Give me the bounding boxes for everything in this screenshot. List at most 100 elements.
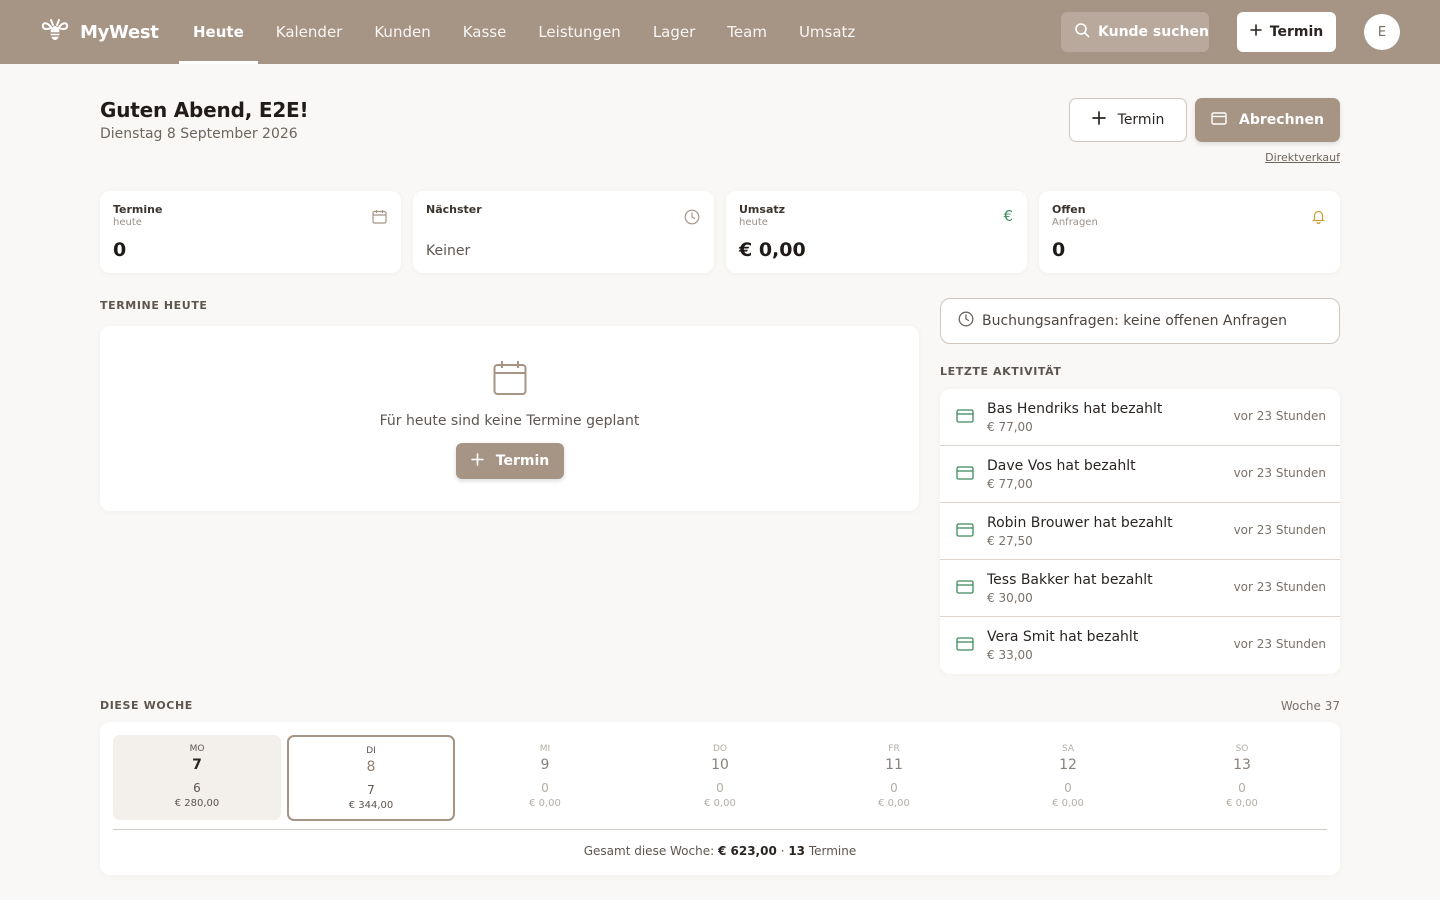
day-count: 0 bbox=[541, 781, 549, 795]
activity-item[interactable]: Bas Hendriks hat bezahlt € 77,00 vor 23 … bbox=[940, 389, 1340, 446]
euro-icon: € bbox=[1003, 207, 1013, 225]
day-count: 0 bbox=[1238, 781, 1246, 795]
activity-title: Robin Brouwer hat bezahlt bbox=[987, 515, 1173, 531]
stat-card-appointments: Termine heute 0 bbox=[100, 191, 401, 273]
day-name: DO bbox=[712, 744, 727, 754]
brand[interactable]: MyWest bbox=[40, 0, 159, 64]
day-date: 11 bbox=[885, 757, 903, 773]
topbar-termin-label: Termin bbox=[1269, 24, 1324, 40]
activity-section-title: LETZTE AKTIVITÄT bbox=[940, 365, 1062, 378]
nav-item-kasse[interactable]: Kasse bbox=[449, 0, 521, 64]
week-day-tue[interactable]: DI 8 7 € 344,00 bbox=[287, 735, 455, 821]
day-revenue: € 0,00 bbox=[704, 798, 736, 809]
nav-item-team[interactable]: Team bbox=[713, 0, 781, 64]
booking-requests-banner[interactable]: Buchungsanfragen: keine offenen Anfragen bbox=[940, 298, 1340, 344]
activity-amount: € 30,00 bbox=[987, 591, 1033, 605]
day-name: MI bbox=[539, 744, 551, 754]
stat-card-open-requests: Offen Anfragen 0 bbox=[1039, 191, 1340, 273]
day-date: 9 bbox=[540, 757, 550, 773]
bell-icon bbox=[1311, 209, 1326, 228]
today-appointments-panel: Für heute sind keine Termine geplant Ter… bbox=[100, 326, 919, 511]
activity-time: vor 23 Stunden bbox=[1233, 466, 1326, 480]
activity-item[interactable]: Vera Smit hat bezahlt € 33,00 vor 23 Stu… bbox=[940, 617, 1340, 674]
credit-card-icon bbox=[956, 522, 974, 541]
credit-card-icon bbox=[956, 465, 974, 484]
nav-item-kunden[interactable]: Kunden bbox=[360, 0, 444, 64]
activity-item[interactable]: Tess Bakker hat bezahlt € 30,00 vor 23 S… bbox=[940, 560, 1340, 617]
brand-name: MyWest bbox=[80, 21, 159, 43]
search-label: Kunde suchen bbox=[1098, 24, 1209, 40]
nav-item-leistungen[interactable]: Leistungen bbox=[524, 0, 634, 64]
stat-card-revenue: Umsatz heute € 0,00 € bbox=[726, 191, 1027, 273]
week-day-mon[interactable]: MO 7 6 € 280,00 bbox=[113, 735, 281, 820]
activity-title: Bas Hendriks hat bezahlt bbox=[987, 401, 1163, 417]
day-name: SO bbox=[1235, 744, 1249, 754]
nav-item-lager[interactable]: Lager bbox=[639, 0, 709, 64]
week-overview: MO 7 6 € 280,00 DI 8 7 € 344,00 MI 9 0 €… bbox=[100, 722, 1340, 875]
stat-label: Nächster bbox=[426, 203, 482, 216]
activity-time: vor 23 Stunden bbox=[1233, 409, 1326, 423]
day-name: MO bbox=[189, 744, 205, 754]
activity-list: Bas Hendriks hat bezahlt € 77,00 vor 23 … bbox=[940, 389, 1340, 674]
week-number: Woche 37 bbox=[1280, 699, 1340, 713]
user-avatar[interactable]: E bbox=[1364, 14, 1400, 50]
direct-sale-link[interactable]: Direktverkauf bbox=[1265, 151, 1340, 164]
week-total-revenue: € 623,00 bbox=[717, 844, 777, 858]
credit-card-icon bbox=[956, 579, 974, 598]
stat-sub: heute bbox=[739, 217, 768, 228]
activity-item[interactable]: Dave Vos hat bezahlt € 77,00 vor 23 Stun… bbox=[940, 446, 1340, 503]
day-count: 0 bbox=[716, 781, 724, 795]
empty-state-add-appointment-button[interactable]: Termin bbox=[456, 443, 564, 479]
empty-state-text: Für heute sind keine Termine geplant bbox=[379, 413, 640, 429]
bee-logo-icon bbox=[40, 15, 70, 49]
week-day-sun[interactable]: SO 13 0 € 0,00 bbox=[1158, 735, 1326, 820]
day-count: 7 bbox=[367, 783, 375, 797]
search-icon bbox=[1074, 22, 1090, 42]
week-day-wed[interactable]: MI 9 0 € 0,00 bbox=[461, 735, 629, 820]
day-date: 13 bbox=[1233, 757, 1251, 773]
nav-item-kalender[interactable]: Kalender bbox=[262, 0, 357, 64]
activity-amount: € 27,50 bbox=[987, 534, 1033, 548]
main-nav: Heute Kalender Kunden Kasse Leistungen L… bbox=[179, 0, 869, 64]
page-title: Guten Abend, E2E! bbox=[100, 98, 309, 122]
week-day-sat[interactable]: SA 12 0 € 0,00 bbox=[984, 735, 1152, 820]
topbar-new-appointment-button[interactable]: Termin bbox=[1237, 12, 1336, 52]
stat-sub: heute bbox=[113, 217, 142, 228]
day-name: FR bbox=[888, 744, 900, 754]
week-day-thu[interactable]: DO 10 0 € 0,00 bbox=[636, 735, 804, 820]
week-section-title: DIESE WOCHE bbox=[100, 699, 193, 712]
week-total-prefix: Gesamt diese Woche: bbox=[583, 844, 715, 858]
nav-item-heute[interactable]: Heute bbox=[179, 0, 258, 64]
nav-item-umsatz[interactable]: Umsatz bbox=[785, 0, 869, 64]
new-appointment-label: Termin bbox=[1117, 112, 1165, 128]
credit-card-icon bbox=[1211, 111, 1227, 129]
new-appointment-button[interactable]: Termin bbox=[1069, 98, 1187, 142]
plus-icon bbox=[470, 452, 484, 470]
week-total-separator: · bbox=[780, 844, 785, 858]
activity-amount: € 77,00 bbox=[987, 420, 1033, 434]
today-section-title: TERMINE HEUTE bbox=[100, 299, 208, 312]
day-revenue: € 280,00 bbox=[174, 798, 220, 809]
activity-item[interactable]: Robin Brouwer hat bezahlt € 27,50 vor 23… bbox=[940, 503, 1340, 560]
checkout-label: Abrechnen bbox=[1239, 112, 1324, 128]
week-total: Gesamt diese Woche: € 623,00 · 13 Termin… bbox=[100, 844, 1340, 858]
day-date: 12 bbox=[1059, 757, 1077, 773]
day-count: 0 bbox=[1064, 781, 1072, 795]
divider bbox=[113, 829, 1327, 830]
activity-time: vor 23 Stunden bbox=[1233, 523, 1326, 537]
day-date: 7 bbox=[192, 757, 202, 773]
checkout-button[interactable]: Abrechnen bbox=[1195, 98, 1340, 142]
activity-title: Dave Vos hat bezahlt bbox=[987, 458, 1136, 474]
day-revenue: € 0,00 bbox=[529, 798, 561, 809]
customer-search-button[interactable]: Kunde suchen bbox=[1061, 12, 1209, 52]
stat-card-next: Nächster Keiner bbox=[413, 191, 714, 273]
week-day-fri[interactable]: FR 11 0 € 0,00 bbox=[810, 735, 978, 820]
day-date: 8 bbox=[366, 759, 376, 775]
empty-state-button-label: Termin bbox=[495, 453, 550, 469]
stat-value: 0 bbox=[113, 239, 127, 261]
week-total-suffix: Termine bbox=[808, 844, 857, 858]
activity-title: Vera Smit hat bezahlt bbox=[987, 629, 1139, 645]
calendar-icon bbox=[493, 360, 527, 400]
activity-amount: € 33,00 bbox=[987, 648, 1033, 662]
clock-icon bbox=[684, 209, 700, 229]
